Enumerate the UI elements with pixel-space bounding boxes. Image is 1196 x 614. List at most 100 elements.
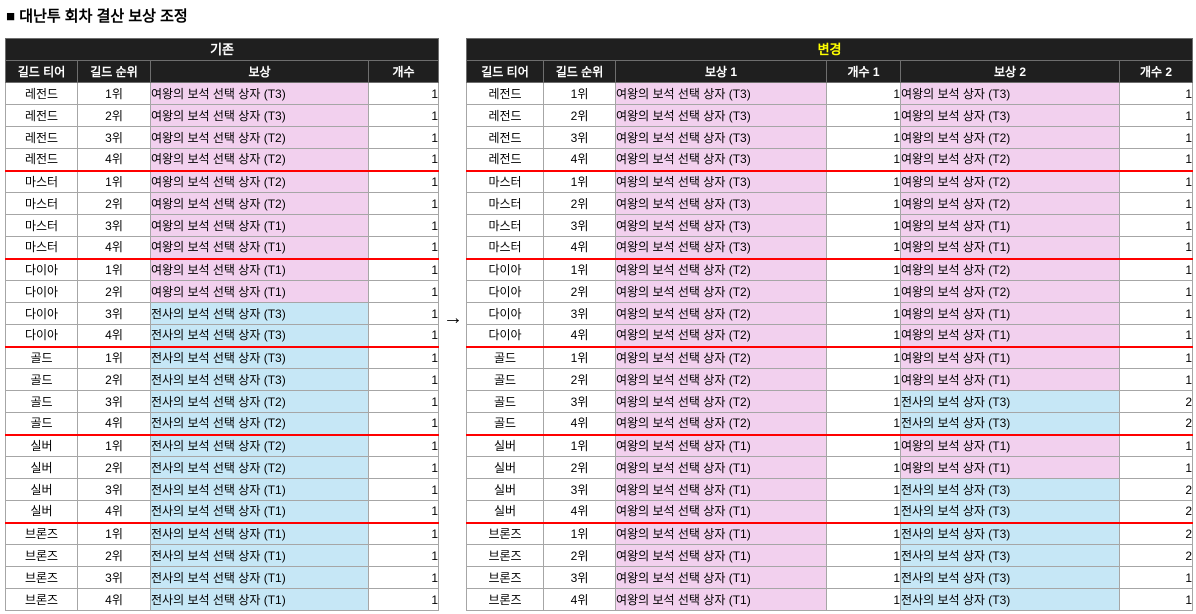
rank-cell[interactable]: 3위 <box>543 478 616 501</box>
count-cell[interactable]: 1 <box>367 324 440 348</box>
reward-2-cell[interactable]: 전사의 보석 상자 (T3) <box>900 588 1120 611</box>
reward-1-cell[interactable]: 여왕의 보석 선택 상자 (T3) <box>615 126 827 149</box>
column-header-count-1[interactable]: 개수 1 <box>826 60 901 83</box>
count-1-cell[interactable]: 1 <box>826 390 901 413</box>
count-2-cell[interactable]: 1 <box>1118 588 1194 611</box>
column-header-count[interactable]: 개수 <box>367 60 440 83</box>
rank-cell[interactable]: 1위 <box>77 258 151 281</box>
tier-cell[interactable]: 브론즈 <box>5 522 78 545</box>
reward-cell[interactable]: 전사의 보석 선택 상자 (T1) <box>150 566 369 589</box>
count-2-cell[interactable]: 2 <box>1118 478 1194 501</box>
tier-cell[interactable]: 브론즈 <box>466 566 544 589</box>
rank-cell[interactable]: 3위 <box>543 302 616 325</box>
reward-cell[interactable]: 여왕의 보석 선택 상자 (T2) <box>150 148 369 172</box>
rank-cell[interactable]: 1위 <box>543 522 616 545</box>
count-cell[interactable]: 1 <box>367 258 440 281</box>
tier-cell[interactable]: 다이아 <box>466 258 544 281</box>
column-header-reward-1[interactable]: 보상 1 <box>615 60 827 83</box>
tier-cell[interactable]: 마스터 <box>5 214 78 237</box>
reward-cell[interactable]: 여왕의 보석 선택 상자 (T3) <box>150 82 369 105</box>
rank-cell[interactable]: 3위 <box>77 390 151 413</box>
reward-1-cell[interactable]: 여왕의 보석 선택 상자 (T2) <box>615 346 827 369</box>
rank-cell[interactable]: 3위 <box>543 126 616 149</box>
rank-cell[interactable]: 2위 <box>543 104 616 127</box>
count-cell[interactable]: 1 <box>367 214 440 237</box>
rank-cell[interactable]: 3위 <box>543 566 616 589</box>
count-1-cell[interactable]: 1 <box>826 236 901 260</box>
reward-1-cell[interactable]: 여왕의 보석 선택 상자 (T2) <box>615 258 827 281</box>
reward-1-cell[interactable]: 여왕의 보석 선택 상자 (T3) <box>615 82 827 105</box>
tier-cell[interactable]: 브론즈 <box>466 588 544 611</box>
count-1-cell[interactable]: 1 <box>826 412 901 436</box>
reward-2-cell[interactable]: 여왕의 보석 상자 (T1) <box>900 456 1120 479</box>
count-2-cell[interactable]: 1 <box>1118 324 1194 348</box>
count-1-cell[interactable]: 1 <box>826 192 901 215</box>
count-2-cell[interactable]: 1 <box>1118 258 1194 281</box>
reward-2-cell[interactable]: 여왕의 보석 상자 (T1) <box>900 324 1120 348</box>
tier-cell[interactable]: 다이아 <box>466 324 544 348</box>
reward-cell[interactable]: 여왕의 보석 선택 상자 (T1) <box>150 236 369 260</box>
count-1-cell[interactable]: 1 <box>826 522 901 545</box>
column-header-guild-tier[interactable]: 길드 티어 <box>466 60 544 83</box>
tier-cell[interactable]: 골드 <box>466 368 544 391</box>
count-2-cell[interactable]: 2 <box>1118 544 1194 567</box>
rank-cell[interactable]: 2위 <box>77 104 151 127</box>
tier-cell[interactable]: 골드 <box>466 346 544 369</box>
count-1-cell[interactable]: 1 <box>826 346 901 369</box>
tier-cell[interactable]: 실버 <box>5 456 78 479</box>
reward-2-cell[interactable]: 여왕의 보석 상자 (T1) <box>900 302 1120 325</box>
tier-cell[interactable]: 레전드 <box>466 126 544 149</box>
count-2-cell[interactable]: 1 <box>1118 236 1194 260</box>
tier-cell[interactable]: 레전드 <box>5 148 78 172</box>
reward-2-cell[interactable]: 전사의 보석 상자 (T3) <box>900 522 1120 545</box>
tier-cell[interactable]: 다이아 <box>466 302 544 325</box>
count-2-cell[interactable]: 1 <box>1118 148 1194 172</box>
reward-1-cell[interactable]: 여왕의 보석 선택 상자 (T1) <box>615 588 827 611</box>
reward-1-cell[interactable]: 여왕의 보석 선택 상자 (T1) <box>615 522 827 545</box>
count-2-cell[interactable]: 1 <box>1118 368 1194 391</box>
reward-1-cell[interactable]: 여왕의 보석 선택 상자 (T3) <box>615 104 827 127</box>
reward-2-cell[interactable]: 여왕의 보석 상자 (T1) <box>900 346 1120 369</box>
count-2-cell[interactable]: 1 <box>1118 214 1194 237</box>
count-2-cell[interactable]: 1 <box>1118 434 1194 457</box>
count-2-cell[interactable]: 1 <box>1118 82 1194 105</box>
count-1-cell[interactable]: 1 <box>826 500 901 524</box>
reward-cell[interactable]: 전사의 보석 선택 상자 (T1) <box>150 522 369 545</box>
tier-cell[interactable]: 브론즈 <box>5 544 78 567</box>
reward-1-cell[interactable]: 여왕의 보석 선택 상자 (T2) <box>615 390 827 413</box>
tier-cell[interactable]: 골드 <box>5 368 78 391</box>
tier-cell[interactable]: 레전드 <box>466 82 544 105</box>
reward-1-cell[interactable]: 여왕의 보석 선택 상자 (T2) <box>615 368 827 391</box>
reward-2-cell[interactable]: 여왕의 보석 상자 (T2) <box>900 280 1120 303</box>
rank-cell[interactable]: 1위 <box>77 82 151 105</box>
tier-cell[interactable]: 마스터 <box>466 236 544 260</box>
count-1-cell[interactable]: 1 <box>826 302 901 325</box>
count-2-cell[interactable]: 1 <box>1118 346 1194 369</box>
reward-2-cell[interactable]: 전사의 보석 상자 (T3) <box>900 390 1120 413</box>
rank-cell[interactable]: 3위 <box>543 214 616 237</box>
count-2-cell[interactable]: 1 <box>1118 104 1194 127</box>
tier-cell[interactable]: 레전드 <box>466 148 544 172</box>
count-cell[interactable]: 1 <box>367 566 440 589</box>
reward-2-cell[interactable]: 여왕의 보석 상자 (T2) <box>900 258 1120 281</box>
rank-cell[interactable]: 4위 <box>77 412 151 436</box>
count-1-cell[interactable]: 1 <box>826 566 901 589</box>
tier-cell[interactable]: 마스터 <box>5 170 78 193</box>
tier-cell[interactable]: 다이아 <box>5 324 78 348</box>
reward-1-cell[interactable]: 여왕의 보석 선택 상자 (T1) <box>615 434 827 457</box>
reward-1-cell[interactable]: 여왕의 보석 선택 상자 (T1) <box>615 478 827 501</box>
rank-cell[interactable]: 1위 <box>543 82 616 105</box>
reward-cell[interactable]: 여왕의 보석 선택 상자 (T2) <box>150 126 369 149</box>
rank-cell[interactable]: 3위 <box>77 566 151 589</box>
rank-cell[interactable]: 4위 <box>543 412 616 436</box>
reward-cell[interactable]: 여왕의 보석 선택 상자 (T2) <box>150 192 369 215</box>
rank-cell[interactable]: 4위 <box>543 324 616 348</box>
reward-cell[interactable]: 전사의 보석 선택 상자 (T1) <box>150 478 369 501</box>
reward-2-cell[interactable]: 여왕의 보석 상자 (T2) <box>900 192 1120 215</box>
tier-cell[interactable]: 마스터 <box>466 214 544 237</box>
count-1-cell[interactable]: 1 <box>826 82 901 105</box>
tier-cell[interactable]: 다이아 <box>5 302 78 325</box>
count-1-cell[interactable]: 1 <box>826 324 901 348</box>
reward-cell[interactable]: 전사의 보석 선택 상자 (T2) <box>150 412 369 436</box>
rank-cell[interactable]: 4위 <box>543 500 616 524</box>
